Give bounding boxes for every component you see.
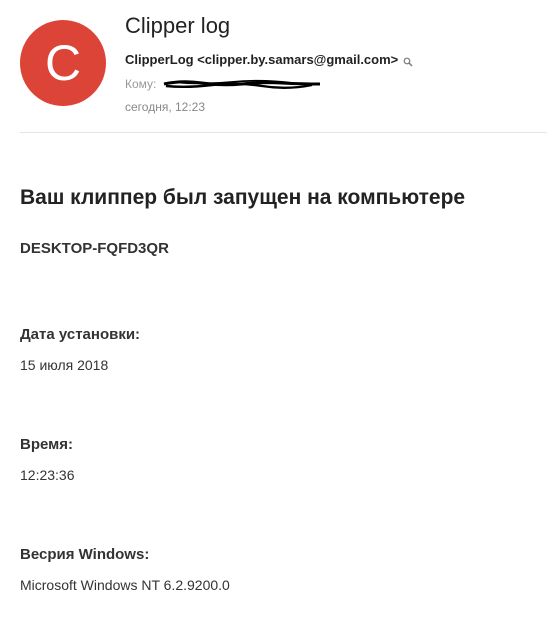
magnifier-icon[interactable] xyxy=(403,55,413,66)
sender-address[interactable]: ClipperLog <clipper.by.samars@gmail.com> xyxy=(125,52,398,67)
body-heading: Ваш клиппер был запущен на компьютере xyxy=(20,186,466,209)
sender-line[interactable]: ClipperLog <clipper.by.samars@gmail.com> xyxy=(125,52,413,67)
email-subject: Clipper log xyxy=(125,13,231,38)
email-date: сегодня, 12:23 xyxy=(125,100,206,114)
avatar-letter: C xyxy=(44,35,82,91)
computer-name: DESKTOP-FQFD3QR xyxy=(20,240,169,257)
install-date-value: 15 июля 2018 xyxy=(20,357,109,373)
recipient-label: Кому: xyxy=(125,77,157,91)
redacted-recipient xyxy=(162,77,322,91)
time-label: Время: xyxy=(20,436,73,453)
header-divider xyxy=(20,132,547,133)
time-value: 12:23:36 xyxy=(20,467,75,483)
sender-avatar: C xyxy=(20,20,106,106)
windows-version-label: Весрия Windows: xyxy=(20,546,150,563)
install-date-label: Дата установки: xyxy=(20,326,141,343)
windows-version-value: Microsoft Windows NT 6.2.9200.0 xyxy=(20,577,230,593)
recipient-line: Кому: xyxy=(125,77,322,91)
